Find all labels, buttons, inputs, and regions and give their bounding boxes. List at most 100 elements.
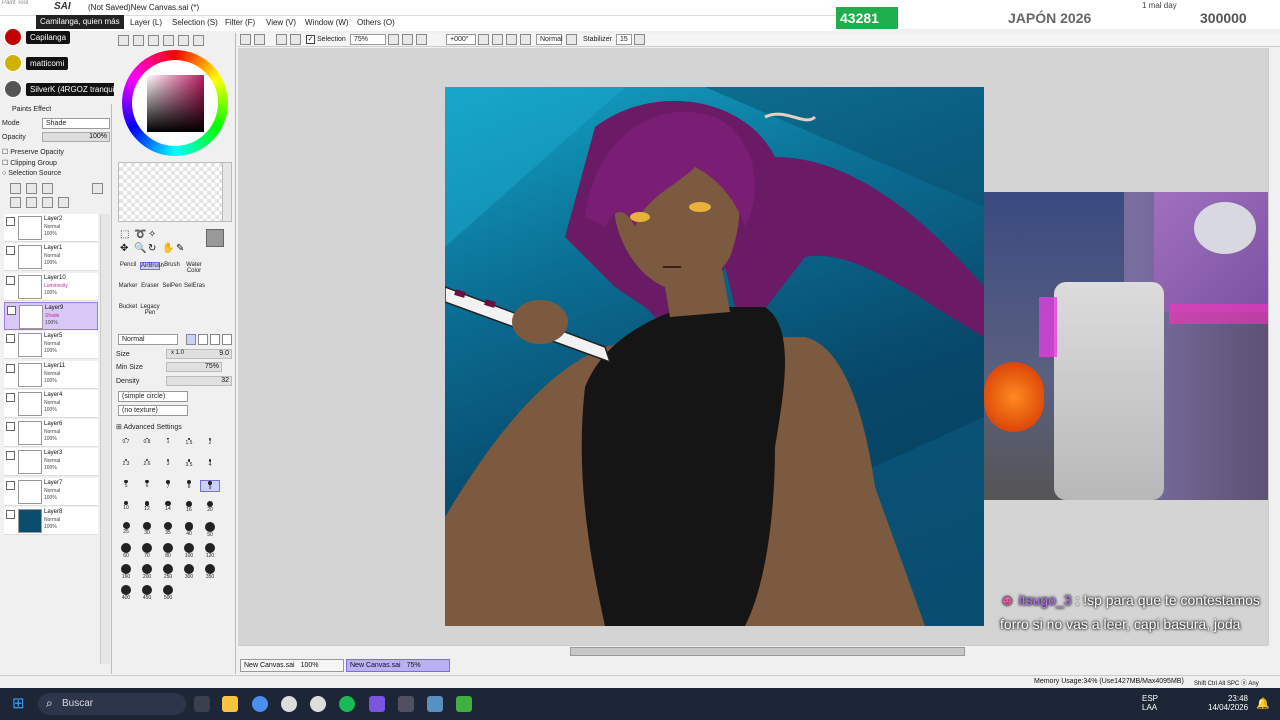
menu-view[interactable]: View (V) xyxy=(266,18,296,27)
brush-size-option[interactable]: 400 xyxy=(116,585,136,601)
layer-options-icon[interactable] xyxy=(92,183,103,194)
layer-row[interactable]: Layer4 Normal 100% xyxy=(4,389,98,418)
shape-button[interactable] xyxy=(222,334,232,345)
brush-size-option[interactable]: 35 xyxy=(158,522,178,536)
visibility-eye-icon[interactable] xyxy=(6,392,15,402)
brush-tool-seleras[interactable]: SelEras xyxy=(184,283,205,289)
copy-layer-icon[interactable] xyxy=(10,197,21,208)
rotate-icon[interactable]: ↻ xyxy=(148,243,156,254)
paint-tool-sai-icon[interactable] xyxy=(456,696,472,712)
brush-size-option[interactable]: 0.8 xyxy=(137,438,157,445)
toolbar-button[interactable] xyxy=(290,34,301,45)
zoom-icon[interactable]: 🔍 xyxy=(134,243,146,254)
shape-button[interactable] xyxy=(198,334,208,345)
brush-tool-marker[interactable]: Marker xyxy=(118,283,138,289)
brush-size-option[interactable]: 8 xyxy=(179,480,199,490)
swatches-icon[interactable] xyxy=(163,35,174,46)
zoom-select[interactable]: 75% xyxy=(350,34,386,45)
horizontal-scroll-thumb[interactable] xyxy=(570,647,965,656)
brush-size-option[interactable]: 14 xyxy=(158,501,178,512)
brush-tool-brush[interactable]: Brush xyxy=(162,262,182,268)
brush-blend-select[interactable]: Normal xyxy=(118,334,178,345)
rect-select-icon[interactable]: ⬚ xyxy=(120,229,129,240)
brush-size-option[interactable]: 1 xyxy=(158,438,178,445)
taskbar-search[interactable]: ⌕ Buscar xyxy=(38,693,186,715)
notification-icon[interactable]: 🔔 xyxy=(1256,697,1270,710)
clear-layer-icon[interactable] xyxy=(26,197,37,208)
eyedropper-icon[interactable]: ✎ xyxy=(176,243,184,254)
brush-size-option[interactable]: 30 xyxy=(137,522,157,536)
brush-size-option[interactable]: 250 xyxy=(158,564,178,580)
shape-button[interactable] xyxy=(186,334,196,345)
angle-select[interactable]: +000° xyxy=(446,34,476,45)
visibility-eye-icon[interactable] xyxy=(6,510,15,519)
brush-size-option[interactable]: 2 xyxy=(200,438,220,446)
blend-button[interactable] xyxy=(566,34,577,45)
brush-size-option[interactable]: 80 xyxy=(158,543,178,559)
scratchpad-scrollbar[interactable] xyxy=(222,162,232,222)
brush-size-option[interactable]: 25 xyxy=(116,522,136,535)
brush-size-option[interactable]: 3.5 xyxy=(179,459,199,468)
layer-row[interactable]: Layer10 Luminosity 100% xyxy=(4,272,98,301)
zoom-reset-button[interactable] xyxy=(416,34,427,45)
brush-tool-pencil[interactable]: Pencil xyxy=(118,262,138,268)
menu-window[interactable]: Window (W) xyxy=(305,18,349,27)
brush-size-option[interactable]: 40 xyxy=(179,522,199,537)
brush-shape-select[interactable]: (simple circle) xyxy=(118,391,188,402)
document-tab[interactable]: New Canvas.sai 75% xyxy=(346,659,450,672)
layer-row[interactable]: Layer6 Normal 100% xyxy=(4,419,98,448)
toolbar-button[interactable] xyxy=(276,34,287,45)
visibility-eye-icon[interactable] xyxy=(6,480,15,490)
density-slider[interactable]: 32 xyxy=(166,376,232,386)
brush-size-option[interactable]: 2.3 xyxy=(116,459,136,467)
rotate-reset-button[interactable] xyxy=(506,34,517,45)
layer-row[interactable]: Layer2 Normal 100% xyxy=(4,214,98,242)
brush-size-option[interactable]: 16 xyxy=(179,501,199,513)
layer-row[interactable]: Layer11 Normal 100% xyxy=(4,360,98,389)
brush-size-option[interactable]: 4 xyxy=(200,459,220,468)
brush-tool-bucket[interactable]: Bucket xyxy=(118,304,138,310)
brush-tool-selpen[interactable]: SelPen xyxy=(162,283,182,289)
clipping-group-checkbox[interactable]: ☐ Clipping Group xyxy=(2,159,57,167)
palette-icon[interactable] xyxy=(193,35,204,46)
brush-tool-water-color[interactable]: Water Color xyxy=(184,262,204,274)
brush-size-option[interactable]: 100 xyxy=(179,543,199,559)
brush-size-option[interactable]: 50 xyxy=(200,522,220,538)
advanced-settings-toggle[interactable]: ⊞ Advanced Settings xyxy=(116,423,182,431)
selection-checkbox[interactable]: ✓ xyxy=(306,35,315,44)
obs-icon[interactable] xyxy=(310,696,326,712)
scratchpad-icon[interactable] xyxy=(178,35,189,46)
spotify-icon[interactable] xyxy=(339,696,355,712)
blend-select[interactable]: Normal xyxy=(536,34,563,45)
layer-row[interactable]: Layer8 Normal 100% xyxy=(4,507,98,535)
document-tab[interactable]: New Canvas.sai 100% xyxy=(240,659,344,672)
toolbar-button[interactable] xyxy=(240,34,251,45)
stabilizer-select[interactable]: 15 xyxy=(616,34,632,45)
brush-size-option[interactable]: 20 xyxy=(200,501,220,513)
magic-wand-icon[interactable]: ✧ xyxy=(148,229,156,240)
layer-row[interactable]: Layer1 Normal 100% xyxy=(4,243,98,272)
saturation-value-square[interactable] xyxy=(147,75,204,132)
brush-size-option[interactable]: 6 xyxy=(137,480,157,489)
brush-size-option[interactable]: 5 xyxy=(116,480,136,489)
brush-size-option[interactable]: 350 xyxy=(200,564,220,580)
move-icon[interactable]: ✥ xyxy=(120,243,128,254)
new-linework-icon[interactable] xyxy=(26,183,37,194)
windows-start-icon[interactable]: ⊞ xyxy=(12,696,30,712)
stabilizer-dropdown[interactable] xyxy=(634,34,645,45)
visibility-eye-icon[interactable] xyxy=(6,363,15,373)
brush-size-option[interactable]: 450 xyxy=(137,585,157,601)
brush-size-option[interactable]: 300 xyxy=(179,564,199,580)
brush-size-option[interactable]: 500 xyxy=(158,585,178,601)
preserve-opacity-checkbox[interactable]: ☐ Preserve Opacity xyxy=(2,148,64,156)
visibility-eye-icon[interactable] xyxy=(6,334,15,344)
file-explorer-icon[interactable] xyxy=(222,696,238,712)
new-folder-icon[interactable] xyxy=(42,183,53,194)
layer-row[interactable]: Layer7 Normal 100% xyxy=(4,477,98,506)
brush-size-option[interactable]: 70 xyxy=(137,543,157,559)
shape-button[interactable] xyxy=(210,334,220,345)
primary-color-swatch[interactable] xyxy=(206,229,224,247)
layer-scrollbar[interactable] xyxy=(100,214,110,664)
settings-gear-icon[interactable] xyxy=(281,696,297,712)
brush-size-option[interactable]: 1.5 xyxy=(179,438,199,446)
